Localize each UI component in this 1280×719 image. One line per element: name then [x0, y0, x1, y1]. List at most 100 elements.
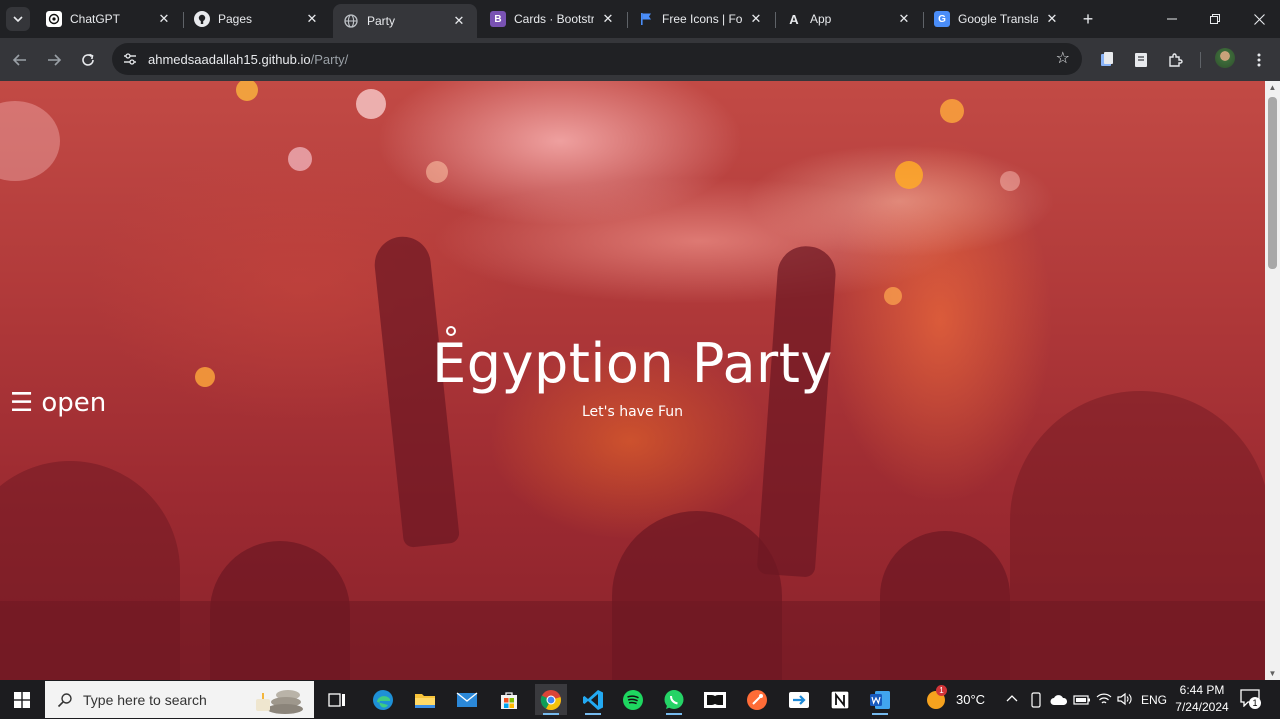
new-tab-button[interactable]: +	[1078, 9, 1098, 29]
taskbar-postman[interactable]	[741, 684, 773, 715]
reading-mode-icon[interactable]	[1097, 50, 1117, 70]
taskbar-notion[interactable]	[824, 684, 856, 715]
hero-section: ☰ open Egyption Party Let's have Fun	[0, 81, 1265, 680]
wifi-icon[interactable]	[1096, 692, 1112, 706]
extensions-puzzle-icon[interactable]	[1165, 50, 1185, 70]
site-settings-icon[interactable]	[122, 51, 138, 67]
mail-icon	[456, 691, 478, 707]
taskbar-spotify[interactable]	[617, 684, 649, 715]
bokeh-light	[884, 287, 902, 305]
chevron-down-icon	[13, 16, 23, 22]
windows-taskbar: Type here to search 1 30°C ENG 6:44 PM 7…	[0, 680, 1280, 719]
battery-icon[interactable]	[1073, 693, 1091, 705]
taskbar-search[interactable]: Type here to search	[45, 681, 314, 718]
tab-bootstrap-cards[interactable]: B Cards · Bootstrap ✕	[480, 4, 626, 34]
taskbar-chrome[interactable]	[535, 684, 567, 715]
search-placeholder: Type here to search	[83, 691, 207, 708]
taskbar-vscode[interactable]	[577, 684, 609, 715]
tab-party[interactable]: Party ✕	[333, 4, 477, 38]
close-tab-icon[interactable]: ✕	[600, 11, 616, 27]
onedrive-cloud-icon[interactable]	[1050, 693, 1068, 705]
minimize-button[interactable]	[1161, 8, 1183, 30]
show-hidden-icons-icon[interactable]	[1005, 692, 1019, 706]
sync-icon	[789, 691, 809, 708]
taskbar-sync[interactable]	[783, 684, 815, 715]
page-scrollbar[interactable]: ▲ ▼	[1265, 81, 1280, 680]
taskbar-dolby[interactable]	[699, 684, 731, 715]
clock[interactable]: 6:44 PM 7/24/2024	[1172, 683, 1232, 717]
spotify-icon	[623, 689, 643, 710]
reload-button[interactable]	[77, 49, 99, 71]
tab-title: ChatGPT	[70, 12, 121, 26]
page-title: Egyption Party	[432, 332, 833, 395]
start-button[interactable]	[0, 680, 44, 719]
minimize-icon	[1167, 18, 1177, 20]
notion-icon	[830, 689, 850, 710]
taskbar-whatsapp[interactable]	[658, 684, 690, 715]
url-host: ahmedsaadallah15.github.io	[148, 51, 311, 67]
notes-extension-icon[interactable]	[1131, 50, 1151, 70]
tab-title: Pages	[218, 12, 253, 26]
close-tab-icon[interactable]: ✕	[304, 11, 320, 27]
url-text: ahmedsaadallah15.github.io/Party/	[148, 52, 348, 67]
chrome-icon	[540, 689, 561, 710]
taskbar-file-explorer[interactable]	[409, 684, 441, 715]
taskbar-store[interactable]	[493, 684, 525, 715]
forward-button[interactable]	[43, 49, 65, 71]
tab-app[interactable]: A App ✕	[776, 4, 922, 34]
whatsapp-icon	[664, 689, 684, 709]
close-tab-icon[interactable]: ✕	[748, 11, 764, 27]
scroll-up-arrow-icon[interactable]: ▲	[1268, 83, 1277, 92]
tab-title: App	[810, 12, 832, 26]
address-bar[interactable]: ahmedsaadallah15.github.io/Party/ ☆	[112, 43, 1082, 75]
edge-icon	[373, 689, 393, 710]
task-view-button[interactable]	[321, 684, 353, 715]
search-highlight-icon	[248, 685, 306, 715]
tab-free-icons[interactable]: Free Icons | Font ✕	[628, 4, 774, 34]
close-tab-icon[interactable]: ✕	[451, 13, 467, 29]
close-tab-icon[interactable]: ✕	[896, 11, 912, 27]
tab-search-button[interactable]	[6, 7, 30, 31]
arrow-left-icon	[12, 54, 26, 66]
chrome-menu-icon[interactable]	[1249, 50, 1269, 70]
taskbar-edge[interactable]	[367, 684, 399, 715]
tab-google-translate[interactable]: G Google Translate ✕	[924, 4, 1070, 34]
toolbar-divider	[1200, 52, 1201, 68]
crowd-silhouette	[0, 601, 1265, 680]
tab-title: Google Translate	[958, 12, 1038, 26]
search-icon	[57, 692, 72, 707]
bookmark-star-icon[interactable]: ☆	[1056, 50, 1070, 68]
arrow-right-icon	[48, 54, 62, 66]
a-logo-icon: A	[789, 11, 799, 27]
scroll-down-arrow-icon[interactable]: ▼	[1268, 669, 1277, 678]
weather-temperature: 30°C	[956, 692, 986, 707]
store-icon	[501, 691, 517, 709]
tab-title: Party	[367, 14, 396, 28]
back-button[interactable]	[9, 49, 31, 71]
task-view-icon	[328, 692, 345, 707]
phone-link-icon[interactable]	[1029, 692, 1043, 708]
scrollbar-thumb[interactable]	[1268, 97, 1277, 269]
volume-icon[interactable]	[1117, 692, 1133, 706]
weather-widget[interactable]: 1 30°C	[925, 685, 987, 712]
close-window-button[interactable]	[1248, 8, 1270, 30]
tab-chatgpt[interactable]: ChatGPT ✕	[36, 4, 182, 34]
word-icon	[870, 690, 890, 709]
restore-button[interactable]	[1204, 8, 1226, 30]
taskbar-word[interactable]	[864, 684, 896, 715]
weather-badge: 1	[936, 685, 947, 696]
notification-center-button[interactable]: 1	[1240, 689, 1262, 711]
github-icon	[194, 11, 210, 27]
language-indicator[interactable]: ENG	[1141, 693, 1167, 707]
close-tab-icon[interactable]: ✕	[156, 11, 172, 27]
bokeh-light	[356, 89, 386, 119]
close-tab-icon[interactable]: ✕	[1044, 11, 1060, 27]
notification-badge: 1	[1249, 697, 1261, 709]
taskbar-mail[interactable]	[451, 684, 483, 715]
tab-title: Cards · Bootstrap	[514, 12, 594, 26]
profile-avatar[interactable]	[1215, 48, 1235, 68]
translate-icon: G	[934, 11, 950, 27]
bokeh-light	[426, 161, 448, 183]
bootstrap-icon: B	[490, 11, 506, 27]
tab-pages[interactable]: Pages ✕	[184, 4, 330, 34]
